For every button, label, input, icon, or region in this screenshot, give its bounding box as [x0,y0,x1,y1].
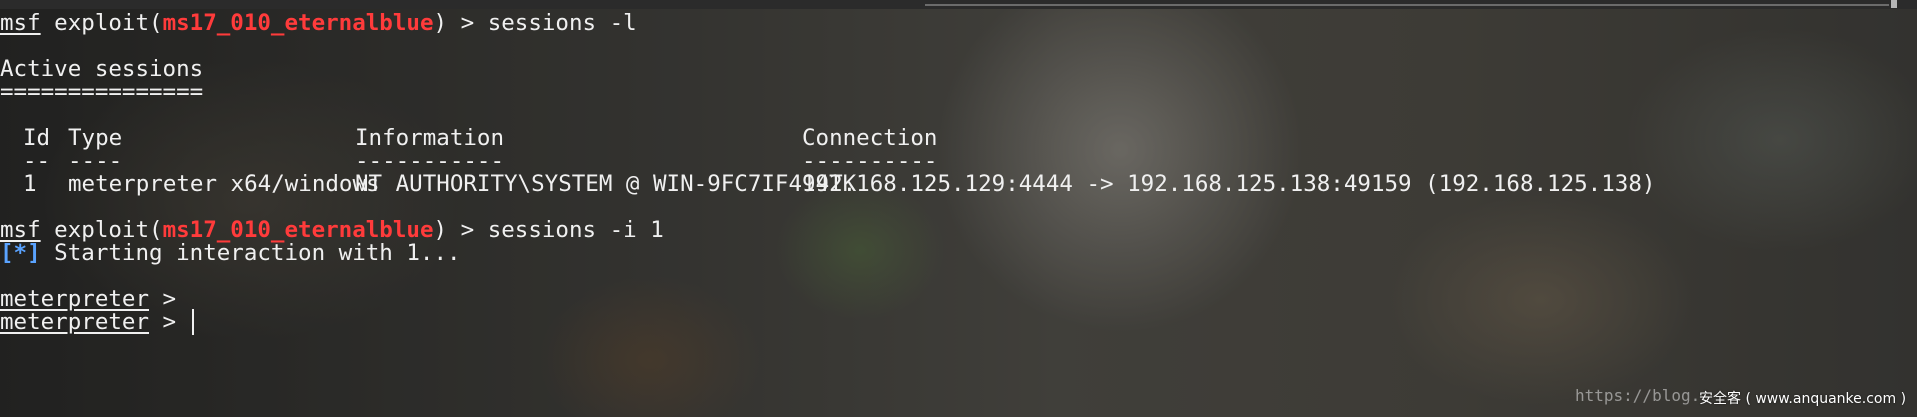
prompt-suffix: > [149,309,177,335]
command-text: sessions -i 1 [487,217,664,243]
status-text: Starting interaction with 1... [40,240,461,266]
meterpreter-active-prompt-line[interactable]: meterpreter > [0,308,194,336]
status-tag: [*] [0,240,41,266]
watermark-url: https://blog. [1575,386,1701,405]
session-connection: 192.168.125.129:4444 -> 192.168.125.138:… [802,171,1656,197]
prompt-arrow: ) > [433,10,488,36]
command-text: sessions -l [487,10,637,36]
session-type: meterpreter x64/windows [68,171,380,197]
exploit-label: exploit( [40,10,163,36]
watermark-site: 安全客 ( www.anquanke.com ) [1699,391,1907,407]
module-name: ms17_010_eternalblue [162,10,434,36]
meterpreter-prompt: meterpreter [0,309,150,335]
msf-prompt: msf [0,10,41,36]
command-line-sessions-list: msf exploit(ms17_010_eternalblue) > sess… [0,9,637,37]
status-line: [*] Starting interaction with 1... [0,239,461,267]
terminal-output[interactable]: msf exploit(ms17_010_eternalblue) > sess… [0,9,1917,417]
top-bar-indicator [1891,0,1897,8]
session-id: 1 [23,171,37,197]
session-information: NT AUTHORITY\SYSTEM @ WIN-9FC7IF494TK [355,171,857,197]
top-bar [0,0,1917,9]
heading-rule: =============== [0,79,204,105]
text-cursor [191,309,194,335]
top-bar-line [925,4,1889,6]
